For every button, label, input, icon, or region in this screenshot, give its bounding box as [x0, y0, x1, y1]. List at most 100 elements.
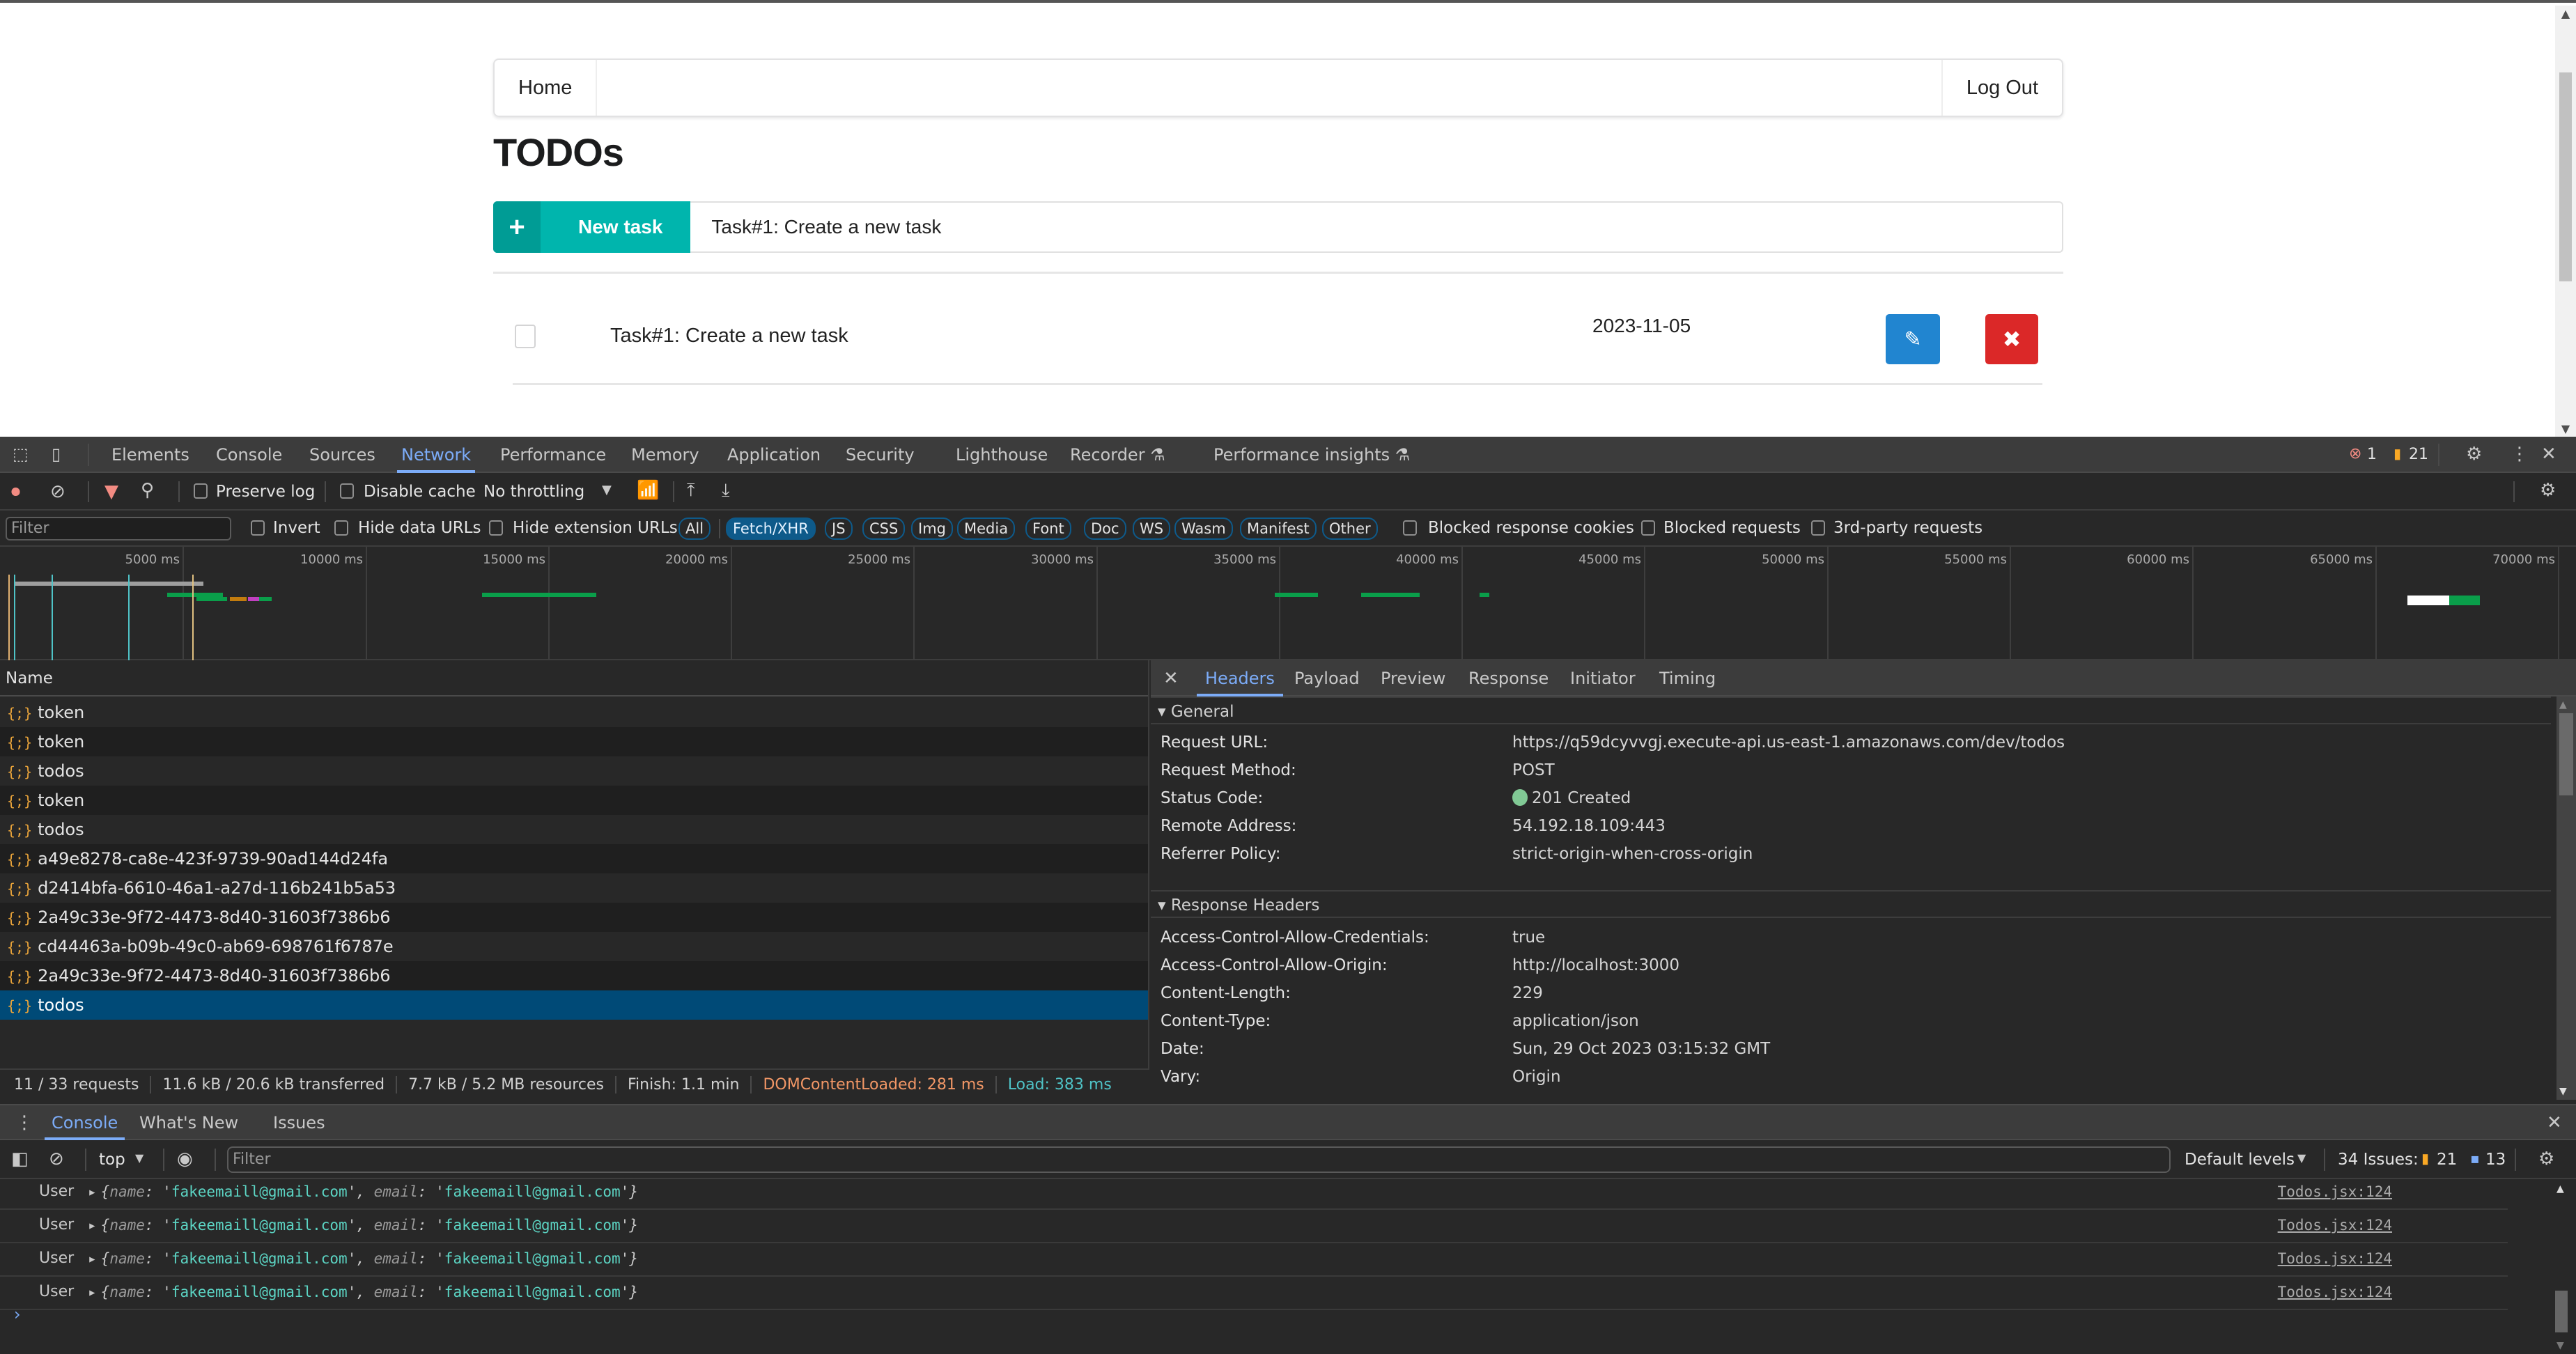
request-row[interactable]: {;} todos: [0, 815, 1148, 844]
log-source-link[interactable]: Todos.jsx:124: [2278, 1277, 2392, 1307]
drawer-menu-icon[interactable]: ⋮: [15, 1114, 33, 1132]
import-har-icon[interactable]: ⤒: [687, 481, 695, 499]
scroll-up-arrow-icon[interactable]: ▲: [2556, 1183, 2564, 1195]
detail-tab-preview[interactable]: Preview: [1381, 660, 1445, 697]
request-row[interactable]: {;} todos: [0, 756, 1148, 786]
delete-task-button[interactable]: ✖: [1985, 314, 2038, 364]
console-settings-gear-icon[interactable]: ⚙: [2538, 1150, 2554, 1168]
scrollbar-thumb[interactable]: [2555, 1291, 2568, 1332]
header-value[interactable]: 201 Created: [1512, 784, 1631, 812]
inspect-element-icon[interactable]: ⬚: [13, 446, 29, 462]
disable-cache-checkbox[interactable]: [340, 483, 354, 499]
issues-warning-count[interactable]: 21: [2437, 1151, 2457, 1169]
tab-security[interactable]: Security: [846, 437, 915, 473]
warning-count[interactable]: 21: [2409, 446, 2428, 463]
hide-extension-urls-checkbox[interactable]: [489, 520, 503, 536]
header-value[interactable]: application/json: [1512, 1007, 1639, 1035]
clear-console-icon[interactable]: ⊘: [49, 1150, 64, 1168]
type-filter-media[interactable]: Media: [957, 518, 1016, 540]
header-value[interactable]: 229: [1512, 979, 1543, 1007]
logout-button[interactable]: Log Out: [1941, 60, 2062, 116]
detail-tab-timing[interactable]: Timing: [1659, 660, 1716, 697]
expand-triangle-icon[interactable]: ▸: [88, 1284, 97, 1300]
type-filter-font[interactable]: Font: [1025, 518, 1071, 540]
request-row[interactable]: {;} a49e8278-ca8e-423f-9739-90ad144d24fa: [0, 844, 1148, 873]
scroll-down-arrow-icon[interactable]: ▼: [2556, 1340, 2564, 1351]
log-object[interactable]: ▸ {name: 'fakeemaill@gmail.com', email: '…: [88, 1277, 638, 1307]
type-filter-js[interactable]: JS: [825, 518, 853, 540]
request-row[interactable]: {;} 2a49c33e-9f72-4473-8d40-31603f7386b6: [0, 961, 1148, 990]
warning-icon[interactable]: ▮: [2393, 446, 2401, 460]
general-section-header[interactable]: ▾ General: [1151, 697, 2551, 724]
request-row[interactable]: {;} 2a49c33e-9f72-4473-8d40-31603f7386b6: [0, 903, 1148, 932]
tab-memory[interactable]: Memory: [631, 437, 699, 473]
type-filter-ws[interactable]: WS: [1133, 518, 1171, 540]
tab-sources[interactable]: Sources: [309, 437, 375, 473]
request-row[interactable]: {;} token: [0, 698, 1148, 727]
issues-label[interactable]: 34 Issues:: [2338, 1151, 2419, 1169]
drawer-tab-whats-new[interactable]: What's New: [139, 1105, 238, 1140]
log-object[interactable]: ▸ {name: 'fakeemaill@gmail.com', email: '…: [88, 1210, 638, 1240]
log-source-link[interactable]: Todos.jsx:124: [2278, 1210, 2392, 1240]
type-filter-img[interactable]: Img: [911, 518, 953, 540]
type-filter-other[interactable]: Other: [1322, 518, 1378, 540]
dropdown-arrow-icon[interactable]: ▼: [135, 1153, 143, 1164]
error-icon[interactable]: ⊗: [2349, 446, 2361, 462]
request-row[interactable]: {;} todos: [0, 990, 1148, 1020]
tab-performance-insights[interactable]: Performance insights ⚗: [1213, 437, 1410, 473]
log-levels-select[interactable]: Default levels: [2185, 1151, 2295, 1169]
device-toolbar-icon[interactable]: ▯: [52, 446, 61, 462]
dropdown-arrow-icon[interactable]: ▼: [602, 484, 612, 497]
record-stop-icon[interactable]: ⏺: [11, 483, 20, 501]
log-source-link[interactable]: Todos.jsx:124: [2278, 1176, 2392, 1207]
tab-lighthouse[interactable]: Lighthouse: [956, 437, 1048, 473]
close-drawer-icon[interactable]: ✕: [2547, 1114, 2562, 1132]
tab-console[interactable]: Console: [216, 437, 282, 473]
task-done-checkbox[interactable]: [515, 325, 536, 348]
detail-scrollbar[interactable]: ▲ ▼: [2556, 697, 2576, 1100]
live-expression-eye-icon[interactable]: ◉: [177, 1150, 193, 1168]
type-filter-manifest[interactable]: Manifest: [1240, 518, 1317, 540]
filter-funnel-icon[interactable]: ▼: [104, 483, 118, 501]
blocked-requests-checkbox[interactable]: [1641, 520, 1655, 536]
request-row[interactable]: {;} token: [0, 786, 1148, 815]
log-source-link[interactable]: Todos.jsx:124: [2278, 1243, 2392, 1274]
type-filter-wasm[interactable]: Wasm: [1174, 518, 1233, 540]
context-selector[interactable]: top: [99, 1151, 125, 1169]
log-object[interactable]: ▸ {name: 'fakeemaill@gmail.com', email: '…: [88, 1176, 638, 1207]
invert-checkbox[interactable]: [251, 520, 265, 536]
column-header-name[interactable]: Name: [0, 660, 1148, 697]
header-value[interactable]: Sun, 29 Oct 2023 03:15:32 GMT: [1512, 1035, 1770, 1063]
export-har-icon[interactable]: ⤓: [722, 481, 730, 499]
clear-icon[interactable]: ⊘: [50, 483, 65, 501]
settings-gear-icon[interactable]: ⚙: [2466, 445, 2482, 463]
request-row[interactable]: {;} cd44463a-b09b-49c0-ab69-698761f6787e: [0, 932, 1148, 961]
network-conditions-icon[interactable]: 📶: [637, 481, 659, 499]
tab-performance[interactable]: Performance: [500, 437, 606, 473]
detail-tab-initiator[interactable]: Initiator: [1570, 660, 1636, 697]
hide-data-urls-checkbox[interactable]: [334, 520, 348, 536]
scroll-up-arrow-icon[interactable]: ▲: [2555, 7, 2576, 20]
request-row[interactable]: {;} d2414bfa-6610-46a1-a27d-116b241b5a53: [0, 873, 1148, 903]
network-filter-input[interactable]: Filter: [6, 517, 231, 540]
header-value[interactable]: https://q59dcyvvgj.execute-api.us-east-1…: [1512, 729, 2065, 756]
expand-triangle-icon[interactable]: ▸: [88, 1183, 97, 1200]
expand-triangle-icon[interactable]: ▸: [88, 1217, 97, 1234]
header-value[interactable]: strict-origin-when-cross-origin: [1512, 840, 1753, 868]
header-value[interactable]: Origin: [1512, 1063, 1561, 1091]
third-party-requests-checkbox[interactable]: [1811, 520, 1825, 536]
expand-triangle-icon[interactable]: ▸: [88, 1250, 97, 1267]
type-filter-all[interactable]: All: [678, 518, 711, 540]
header-value[interactable]: true: [1512, 924, 1545, 951]
home-link[interactable]: Home: [495, 60, 598, 116]
drawer-tab-issues[interactable]: Issues: [273, 1105, 325, 1140]
console-sidebar-icon[interactable]: ◧: [11, 1150, 29, 1168]
new-task-button[interactable]: + New task: [493, 201, 691, 253]
preserve-log-checkbox[interactable]: [194, 483, 208, 499]
detail-tab-headers[interactable]: Headers: [1197, 660, 1283, 697]
scrollbar-thumb[interactable]: [2559, 713, 2573, 795]
blocked-response-cookies-checkbox[interactable]: [1403, 520, 1417, 536]
scroll-down-arrow-icon[interactable]: ▼: [2555, 422, 2576, 435]
tab-application[interactable]: Application: [727, 437, 821, 473]
drawer-tab-console[interactable]: Console: [44, 1105, 125, 1140]
